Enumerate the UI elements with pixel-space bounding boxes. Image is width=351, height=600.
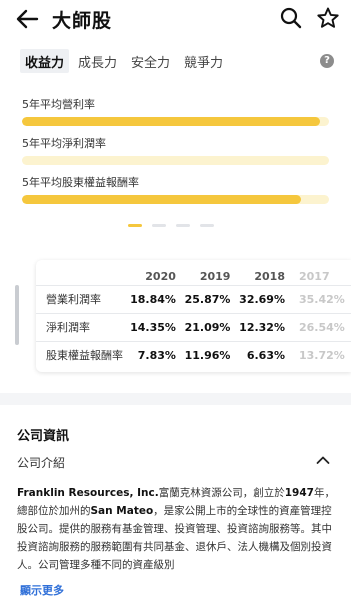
table-header-row: 2020 2019 2018 2017 [36, 260, 351, 285]
search-icon[interactable] [280, 7, 302, 29]
row-label-operating-margin: 營業利潤率 [36, 284, 128, 313]
table-corner [36, 260, 127, 285]
table-cell: 35.42% [291, 284, 351, 313]
help-icon[interactable]: ? [320, 54, 334, 68]
bar-label-operating-margin: 5年平均營利率 [22, 98, 95, 111]
company-intro-title[interactable]: 公司介紹 [17, 454, 65, 471]
year-header-2020: 2020 [145, 269, 176, 283]
year-header-2018: 2018 [254, 269, 285, 283]
top-bar: 大師股 [0, 0, 351, 38]
back-arrow-icon[interactable] [15, 8, 39, 30]
tab-growth[interactable]: 成長力 [73, 49, 122, 73]
bar-fill-roe [22, 195, 302, 204]
chevron-up-icon[interactable] [316, 455, 330, 465]
hq-city: San Mateo [90, 505, 154, 517]
table-cell: 26.54% [291, 312, 351, 341]
table-cell: 32.69% [236, 284, 291, 313]
section-divider [0, 393, 351, 405]
table-row: 營業利潤率 18.84% 25.87% 32.69% 35.42% [36, 284, 351, 313]
pager-dot-2[interactable] [152, 224, 166, 227]
pager-dot-4[interactable] [200, 224, 214, 227]
tab-safety[interactable]: 安全力 [126, 49, 175, 73]
bar-track-operating-margin [22, 117, 329, 126]
show-more-link[interactable]: 顯示更多 [20, 582, 64, 598]
carousel-pager [128, 224, 214, 227]
ratio-table: 2020 2019 2018 2017 營業利潤率 18.84% 25.87% … [36, 260, 351, 369]
bar-label-roe: 5年平均股東權益報酬率 [22, 176, 139, 189]
table-row: 股東權益報酬率 7.83% 11.96% 6.63% 13.72% [36, 340, 351, 369]
tab-competitiveness[interactable]: 競爭力 [179, 49, 228, 73]
page-title: 大師股 [52, 10, 113, 32]
ratio-table-card[interactable]: 2020 2019 2018 2017 營業利潤率 18.84% 25.87% … [36, 260, 351, 372]
company-info-title: 公司資訊 [17, 429, 70, 444]
pager-dot-3[interactable] [176, 224, 190, 227]
horizontal-scroll-indicator[interactable] [15, 285, 19, 345]
pager-dot-1[interactable] [128, 224, 142, 227]
star-favorite-icon[interactable] [316, 6, 340, 30]
bar-track-roe [22, 195, 329, 204]
year-header-2017: 2017 [299, 269, 330, 283]
bar-track-net-margin [22, 156, 329, 165]
table-cell: 7.83% [127, 340, 182, 369]
bar-fill-operating-margin [22, 117, 320, 126]
table-row: 淨利潤率 14.35% 21.09% 12.32% 26.54% [36, 312, 351, 341]
table-cell: 21.09% [181, 312, 237, 341]
company-description: Franklin Resources, Inc.富蘭克林資源公司，創立於1947… [17, 484, 335, 574]
desc-part-1: 富蘭克林資源公司，創立於 [158, 487, 285, 499]
company-name: Franklin Resources, Inc. [17, 487, 159, 499]
table-cell: 11.96% [181, 340, 237, 369]
table-cell: 18.84% [127, 284, 182, 313]
tab-profitability[interactable]: 收益力 [20, 49, 70, 73]
bar-label-net-margin: 5年平均淨利潤率 [22, 137, 106, 150]
metric-tabs: 收益力 成長力 安全力 競爭力 [20, 49, 228, 73]
table-cell: 14.35% [127, 312, 182, 341]
table-cell: 13.72% [291, 340, 351, 369]
row-label-net-margin: 淨利潤率 [36, 312, 128, 341]
table-cell: 12.32% [236, 312, 291, 341]
table-cell: 25.87% [181, 284, 237, 313]
year-header-2019: 2019 [199, 269, 231, 283]
row-label-roe: 股東權益報酬率 [36, 340, 128, 369]
founded-year: 1947 [284, 487, 314, 499]
table-cell: 6.63% [236, 340, 291, 369]
